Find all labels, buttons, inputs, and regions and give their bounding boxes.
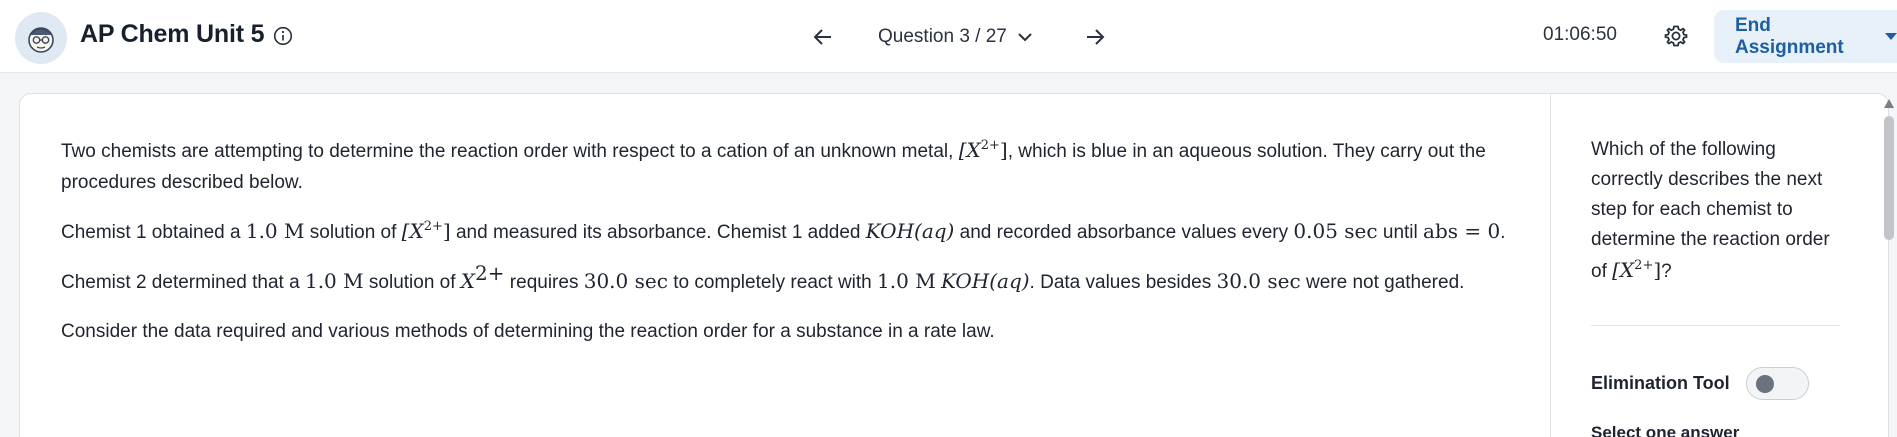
toggle-knob [1756,375,1774,393]
caret-down-icon [1885,33,1897,40]
passage-text: . [1500,222,1506,243]
ion-bracket: ] [999,138,1008,162]
time-interval: 0.05 sec [1293,219,1378,243]
question-stem: Which of the following correctly describ… [1591,135,1846,287]
ion-base: X [460,269,476,293]
question-selector-label: Question 3 / 27 [878,26,1007,47]
timer: 01:06:50 [1543,24,1617,45]
passage-text: . Data values besides [1029,272,1217,293]
passage-text: solution of [363,272,461,293]
arrow-right-icon [1087,29,1105,45]
reaction-time: 30.0 sec [583,269,668,293]
passage-text: requires [504,272,584,293]
arrow-left-icon [813,29,831,45]
chevron-down-icon [1018,33,1032,42]
concentration: 1.0 M [304,269,364,293]
passage-paragraph-3: Chemist 2 determined that a 1.0 M soluti… [61,263,1531,298]
passage-text: Chemist 1 obtained a [61,222,246,243]
scrollbar-thumb[interactable] [1884,116,1894,240]
ion-charge: 2+ [423,219,443,234]
passage-text: until [1377,222,1424,243]
passage-paragraph-1: Two chemists are attempting to determine… [61,135,1531,198]
elimination-tool-label: Elimination Tool [1591,373,1730,393]
ion-base: [X [958,138,981,162]
elimination-tool-toggle[interactable] [1746,367,1809,400]
ion-bracket: ] [442,219,451,243]
passage-text: to completely react with [667,272,878,293]
ion-charge: 2+ [1634,258,1654,273]
panel-divider [1550,94,1551,437]
next-question-button[interactable] [1080,22,1110,52]
ion-bracket: ] [1653,258,1662,282]
assignment-title: AP Chem Unit 5 [80,20,265,48]
ion-base: [X [1612,258,1635,282]
top-bar: AP Chem Unit 5 Question 3 / 27 01:06:50 [0,0,1897,73]
mascot-avatar-icon [15,12,67,64]
end-assignment-label: End Assignment [1735,14,1844,58]
passage-text: Chemist 2 determined that a [61,272,305,293]
reaction-time: 30.0 sec [1216,269,1301,293]
end-assignment-button[interactable]: End Assignment [1714,10,1897,63]
passage-text: and measured its absorbance. Chemist 1 a… [450,222,866,243]
passage-text: were not gathered. [1300,272,1465,293]
passage-paragraph-4: Consider the data required and various m… [61,321,995,342]
passage-text: solution of [304,222,402,243]
section-divider [1591,325,1840,326]
koh-formula: KOH(aq) [940,269,1030,293]
ion-formula: [X2+] [402,219,451,243]
question-selector[interactable]: Question 3 / 27 [878,22,1033,52]
concentration: 1.0 M [245,219,305,243]
ion-charge: 2+ [980,138,1000,153]
absorbance-expression: abs = 0 [1423,219,1501,243]
ion-formula: [X2+] [1612,258,1661,282]
previous-question-button[interactable] [808,22,838,52]
info-icon[interactable] [273,26,293,46]
ion-base: [X [401,219,424,243]
passage: Two chemists are attempting to determine… [61,135,1531,365]
question-text: ? [1661,261,1672,282]
scroll-up-arrow-icon[interactable] [1884,99,1894,108]
concentration: 1.0 M [877,269,936,293]
passage-paragraph-2: Chemist 1 obtained a 1.0 M solution of [… [61,216,1531,248]
gear-icon[interactable] [1663,23,1689,49]
passage-text: and recorded absorbance values every [954,222,1294,243]
select-one-answer-label: Select one answer [1591,423,1740,437]
ion-charge: 2+ [475,261,505,285]
passage-text: Two chemists are attempting to determine… [61,141,959,162]
koh-formula: KOH(aq) [865,219,955,243]
ion-formula: [X2+] [959,138,1008,162]
